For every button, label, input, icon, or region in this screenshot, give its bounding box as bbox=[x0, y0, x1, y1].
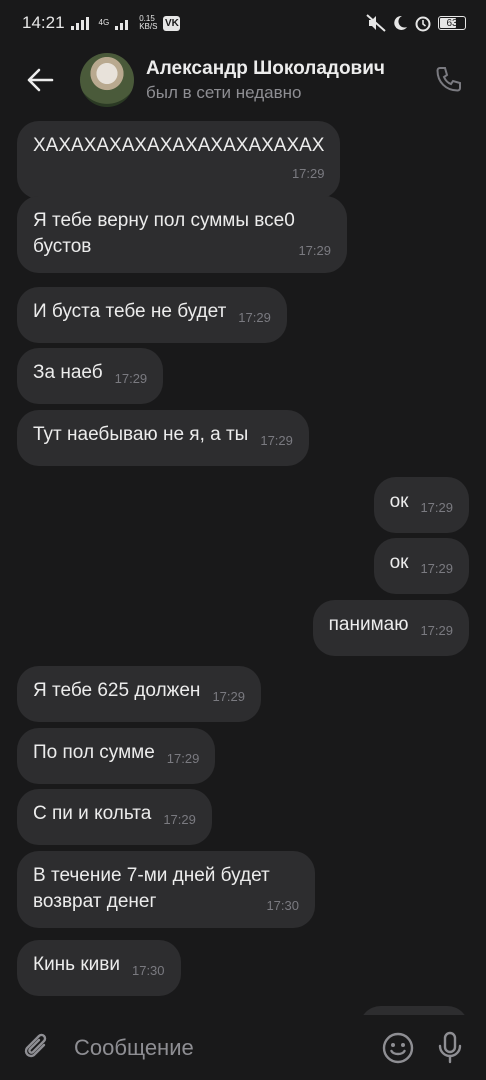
message-text: Я тебе 625 должен bbox=[33, 680, 201, 701]
message-outgoing[interactable]: панимаю 17:29 bbox=[312, 600, 469, 656]
arrow-left-icon bbox=[27, 68, 54, 92]
message-incoming[interactable]: С пи и кольта 17:29 bbox=[17, 789, 212, 845]
message-time: 17:29 bbox=[298, 243, 331, 258]
paperclip-icon bbox=[24, 1033, 47, 1057]
message-text: ок bbox=[389, 552, 409, 573]
mute-icon bbox=[366, 14, 386, 32]
message-incoming[interactable]: В течение 7-ми дней будет возврат денег … bbox=[17, 851, 315, 928]
message-text: Тут наебываю не я, а ты bbox=[33, 424, 249, 445]
status-bar: 14:21 4G 0.15 KB/S VK 63 bbox=[0, 0, 486, 46]
message-text: ХАХАХАХАХАХАХАХАХАХАХАХ bbox=[33, 135, 325, 156]
status-time: 14:21 bbox=[22, 13, 65, 32]
contact-info[interactable]: Александр Шоколадович был в сети недавно bbox=[146, 58, 421, 103]
message-time: 17:29 bbox=[212, 689, 245, 704]
message-time: 17:29 bbox=[114, 371, 148, 386]
message-time: 17:30 bbox=[266, 898, 299, 913]
message-text: С пи и кольта bbox=[33, 803, 152, 824]
vk-notification-icon: VK bbox=[163, 15, 181, 31]
message-input[interactable]: Сообщение bbox=[74, 1035, 372, 1061]
message-text: Я тебе верну пол суммы все0 бустов bbox=[33, 210, 295, 257]
status-bar-left: 14:21 4G 0.15 KB/S VK bbox=[22, 13, 181, 33]
message-text: По пол сумме bbox=[33, 742, 155, 763]
message-text: За наеб bbox=[33, 362, 103, 383]
moon-icon bbox=[394, 15, 407, 30]
message-time: 17:29 bbox=[166, 751, 200, 766]
message-time: 17:29 bbox=[420, 623, 453, 638]
alarm-icon bbox=[415, 16, 431, 32]
battery-indicator: 63 bbox=[438, 16, 466, 30]
signal-icon-2 bbox=[115, 20, 129, 30]
message-time: 17:29 bbox=[420, 500, 453, 515]
avatar[interactable] bbox=[80, 53, 134, 107]
emoji-button[interactable] bbox=[372, 1015, 424, 1080]
call-button[interactable] bbox=[428, 60, 468, 100]
message-incoming[interactable]: Я тебе 625 должен 17:29 bbox=[17, 666, 261, 722]
chat-screen: 14:21 4G 0.15 KB/S VK 63 Александр Шокол… bbox=[0, 0, 486, 1080]
microphone-icon bbox=[438, 1031, 462, 1063]
message-incoming[interactable]: По пол сумме 17:29 bbox=[17, 728, 216, 784]
message-composer: Сообщение bbox=[0, 1015, 486, 1080]
contact-status: был в сети недавно bbox=[146, 82, 302, 102]
chat-header: Александр Шоколадович был в сети недавно bbox=[0, 46, 486, 114]
message-outgoing[interactable]: ок 17:29 bbox=[373, 477, 469, 533]
message-time: 17:30 bbox=[131, 963, 165, 978]
voice-record-button[interactable] bbox=[424, 1015, 476, 1080]
message-time: 17:29 bbox=[291, 166, 325, 181]
battery-level: 63 bbox=[446, 17, 458, 29]
message-text: панимаю bbox=[328, 614, 409, 635]
message-incoming[interactable]: И буста тебе не будет 17:29 bbox=[17, 287, 287, 343]
phone-icon bbox=[436, 67, 461, 92]
attach-button[interactable] bbox=[0, 1015, 74, 1080]
message-incoming[interactable]: За наеб 17:29 bbox=[17, 348, 164, 404]
back-button[interactable] bbox=[0, 46, 80, 114]
message-time: 17:29 bbox=[163, 812, 196, 827]
status-bar-right: 63 bbox=[366, 14, 466, 32]
message-incoming[interactable]: Я тебе верну пол суммы все0 бустов 17:29 bbox=[17, 196, 347, 273]
message-text: Кинь киви bbox=[33, 954, 120, 975]
message-incoming[interactable]: Кинь киви 17:30 bbox=[17, 940, 181, 996]
signal-icon bbox=[70, 17, 89, 30]
message-text: ок bbox=[389, 491, 409, 512]
network-speed: 0.15 KB/S bbox=[139, 14, 158, 31]
network-type: 4G bbox=[98, 18, 110, 27]
message-time: 17:29 bbox=[260, 433, 293, 448]
message-text: В течение 7-ми дней будет возврат денег bbox=[33, 865, 270, 912]
message-incoming[interactable]: Тут наебываю не я, а ты 17:29 bbox=[17, 410, 309, 466]
message-outgoing[interactable]: ок 17:29 bbox=[373, 538, 469, 594]
smiley-icon bbox=[382, 1032, 414, 1063]
message-time: 17:29 bbox=[238, 310, 271, 325]
message-text: И буста тебе не будет bbox=[33, 301, 227, 322]
message-time: 17:29 bbox=[420, 561, 453, 576]
contact-name: Александр Шоколадович bbox=[146, 57, 385, 79]
message-incoming[interactable]: ХАХАХАХАХАХАХАХАХАХАХАХ 17:29 bbox=[17, 121, 341, 199]
